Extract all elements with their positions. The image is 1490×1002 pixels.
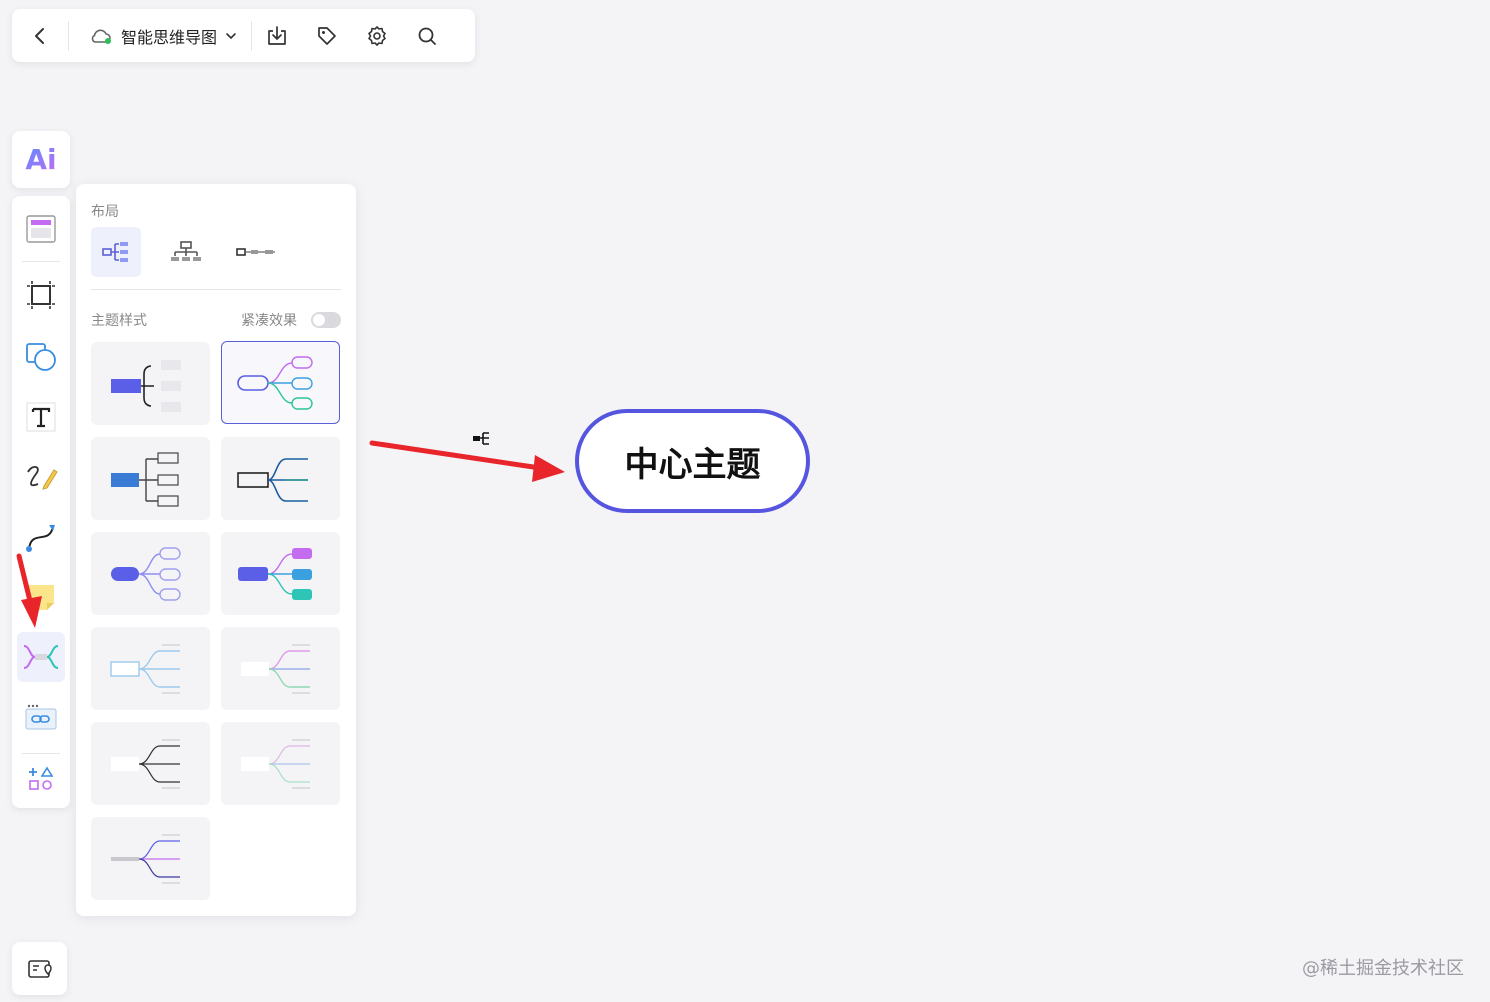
frame-tool[interactable]	[17, 270, 65, 320]
timeline-layout-icon	[236, 248, 275, 256]
tag-icon	[318, 26, 336, 45]
theme-preview-icon	[110, 546, 181, 601]
more-shapes-tool[interactable]	[17, 754, 65, 804]
shape-icon	[26, 343, 56, 371]
theme-style-2[interactable]	[221, 341, 340, 424]
settings-button[interactable]	[352, 9, 402, 62]
doc-title-dropdown[interactable]: 智能思维导图	[69, 9, 251, 62]
theme-preview-icon	[236, 355, 313, 410]
theme-style-label: 主题样式	[91, 313, 147, 329]
connector-icon	[26, 525, 55, 552]
theme-style-4[interactable]	[221, 437, 340, 520]
theme-style-8[interactable]	[221, 627, 340, 710]
theme-preview-icon	[240, 738, 310, 789]
theme-style-9[interactable]	[91, 722, 210, 805]
layout-label: 布局	[91, 204, 119, 220]
toggle-knob	[313, 314, 325, 326]
connector-tool[interactable]	[17, 512, 65, 562]
theme-preview-icon	[237, 547, 312, 600]
theme-preview-icon	[109, 643, 180, 694]
theme-style-11[interactable]	[91, 817, 210, 900]
theme-style-1[interactable]	[91, 342, 210, 425]
cloud-sync-icon	[91, 29, 111, 44]
top-toolbar: 智能思维导图	[12, 9, 475, 62]
tag-button[interactable]	[302, 9, 352, 62]
chevron-down-icon	[226, 32, 236, 39]
search-button[interactable]	[402, 9, 452, 62]
right-tree-layout-icon	[102, 242, 128, 262]
center-topic-text: 中心主题	[624, 444, 761, 485]
frame-icon	[27, 281, 55, 309]
sticky-note-icon	[28, 585, 54, 610]
more-shapes-icon	[29, 766, 54, 790]
text-icon	[26, 402, 56, 432]
settings-icon	[368, 25, 386, 46]
mindmap-layout-panel: 布局 主题样式 紧凑效果	[76, 184, 356, 916]
mindmap-icon	[23, 645, 59, 669]
text-tool[interactable]	[17, 392, 65, 442]
doc-title: 智能思维导图	[121, 27, 218, 47]
theme-style-5[interactable]	[91, 532, 210, 615]
pen-tool[interactable]	[17, 452, 65, 502]
download-icon	[268, 25, 286, 45]
theme-preview-icon	[110, 451, 179, 507]
arrow-to-center-topic	[369, 440, 565, 482]
sticky-note-tool[interactable]	[17, 572, 65, 622]
theme-preview-icon	[236, 457, 308, 502]
center-topic-node[interactable]: 中心主题	[575, 409, 810, 513]
panel-divider	[91, 289, 341, 290]
layout-right-tree[interactable]	[91, 227, 141, 277]
minimap-button[interactable]	[12, 942, 67, 995]
theme-preview-icon	[110, 833, 180, 884]
search-icon	[418, 27, 436, 45]
org-chart-layout-icon	[171, 241, 201, 261]
mindmap-cursor-icon	[473, 432, 489, 445]
embed-link-tool[interactable]	[17, 693, 65, 743]
theme-style-10[interactable]	[221, 722, 340, 805]
theme-style-6[interactable]	[221, 532, 340, 615]
template-icon	[26, 215, 56, 243]
theme-preview-icon	[240, 643, 310, 694]
mindmap-tool[interactable]	[17, 632, 65, 682]
pen-icon	[27, 466, 58, 490]
ai-icon: Ai	[25, 143, 57, 176]
compact-toggle[interactable]	[311, 312, 341, 328]
back-icon	[35, 27, 44, 44]
theme-style-3[interactable]	[91, 437, 210, 520]
template-tool[interactable]	[17, 204, 65, 254]
left-tool-rail	[12, 196, 70, 808]
theme-preview-icon	[110, 359, 181, 412]
watermark: @稀土掘金技术社区	[1302, 958, 1464, 979]
layout-org-chart[interactable]	[161, 227, 211, 277]
back-button[interactable]	[12, 9, 68, 62]
shape-tool[interactable]	[17, 332, 65, 382]
ai-button[interactable]: Ai	[12, 131, 70, 188]
map-pin-panel-icon	[27, 959, 52, 978]
theme-style-7[interactable]	[91, 627, 210, 710]
compact-label: 紧凑效果	[241, 313, 297, 329]
theme-preview-icon	[110, 738, 180, 789]
layout-timeline[interactable]	[231, 227, 281, 277]
rail-separator	[22, 261, 60, 262]
embed-link-icon	[25, 704, 57, 730]
download-button[interactable]	[252, 9, 302, 62]
